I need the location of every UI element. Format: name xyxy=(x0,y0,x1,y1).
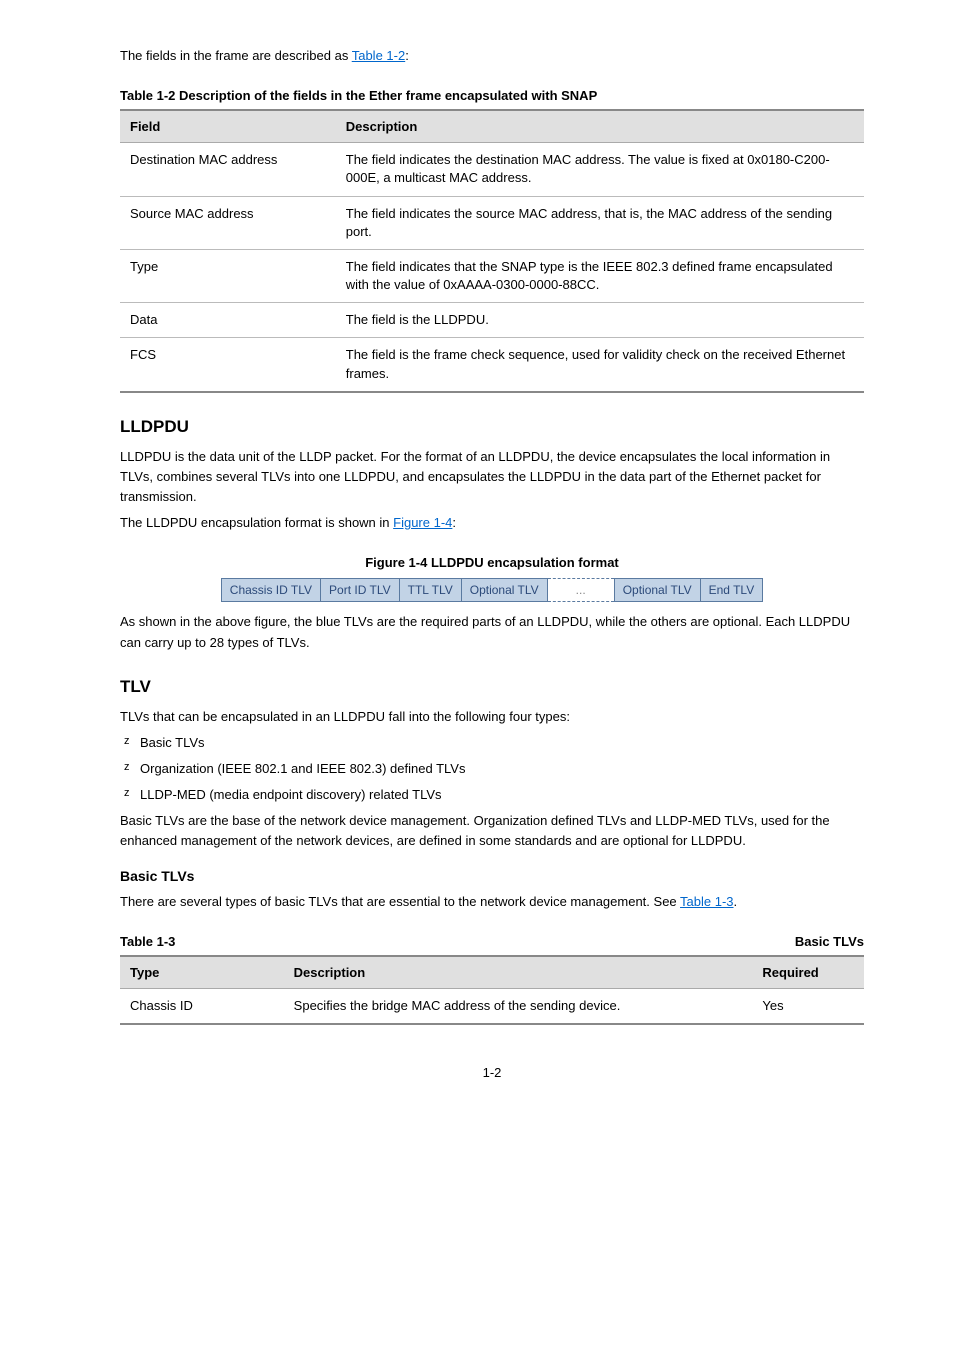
table2-r0-f: Destination MAC address xyxy=(120,143,336,196)
table3-caption-row: Table 1-3 Basic TLVs xyxy=(120,934,864,949)
table2-header-row: Field Description xyxy=(120,110,864,143)
intro-paragraph: The fields in the frame are described as… xyxy=(120,46,864,66)
table3-caption-left: Table 1-3 xyxy=(120,934,175,949)
page-number: 1-2 xyxy=(120,1065,864,1080)
lldpdu-diagram-table: Chassis ID TLV Port ID TLV TTL TLV Optio… xyxy=(221,578,763,602)
table3-th-desc: Description xyxy=(284,956,753,989)
diagram-cell-port: Port ID TLV xyxy=(321,579,400,602)
tlv-li3: LLDP-MED (media endpoint discovery) rela… xyxy=(120,785,864,805)
table2-r3-f: Data xyxy=(120,303,336,338)
table-1-2-link[interactable]: Table 1-2 xyxy=(352,48,405,63)
table2-r2-f: Type xyxy=(120,249,336,302)
table-1-3-link[interactable]: Table 1-3 xyxy=(680,894,733,909)
table-row: Chassis ID Specifies the bridge MAC addr… xyxy=(120,988,864,1024)
tlv-li1: Basic TLVs xyxy=(120,733,864,753)
lldpdu-p2-prefix: The LLDPDU encapsulation format is shown… xyxy=(120,515,393,530)
diagram-cell-ttl: TTL TLV xyxy=(399,579,461,602)
lldpdu-p1: LLDPDU is the data unit of the LLDP pack… xyxy=(120,447,864,507)
diagram-cell-opt1: Optional TLV xyxy=(461,579,547,602)
table2-r0-d: The field indicates the destination MAC … xyxy=(336,143,864,196)
lldpdu-p2-suffix: : xyxy=(452,515,456,530)
table3: Type Description Required Chassis ID Spe… xyxy=(120,955,864,1025)
table2-r1-d: The field indicates the source MAC addre… xyxy=(336,196,864,249)
lldpdu-p3: As shown in the above figure, the blue T… xyxy=(120,612,864,652)
figure-1-4-link[interactable]: Figure 1-4 xyxy=(393,515,452,530)
table3-caption-right: Basic TLVs xyxy=(795,934,864,949)
fig4-caption: Figure 1-4 LLDPDU encapsulation format xyxy=(120,555,864,570)
lldpdu-p2: The LLDPDU encapsulation format is shown… xyxy=(120,513,864,533)
tlv-p2: Basic TLVs are the base of the network d… xyxy=(120,811,864,851)
tlv-heading: TLV xyxy=(120,677,864,697)
table-row: FCS The field is the frame check sequenc… xyxy=(120,338,864,392)
table2-r4-f: FCS xyxy=(120,338,336,392)
table2-th-desc: Description xyxy=(336,110,864,143)
table3-header-row: Type Description Required xyxy=(120,956,864,989)
lldpdu-diagram: Chassis ID TLV Port ID TLV TTL TLV Optio… xyxy=(120,578,864,602)
table2-r3-d: The field is the LLDPDU. xyxy=(336,303,864,338)
table2-caption: Table 1-2 Description of the fields in t… xyxy=(120,88,597,103)
basic-tlvs-heading: Basic TLVs xyxy=(120,868,864,884)
table2-r1-f: Source MAC address xyxy=(120,196,336,249)
diagram-cell-chassis: Chassis ID TLV xyxy=(221,579,320,602)
table3-th-req: Required xyxy=(752,956,864,989)
diagram-cell-ellipsis: ... xyxy=(547,579,614,602)
basic-tlvs-prefix: There are several types of basic TLVs th… xyxy=(120,894,680,909)
table3-th-type: Type xyxy=(120,956,284,989)
table-row: Type The field indicates that the SNAP t… xyxy=(120,249,864,302)
table2-caption-row: Table 1-2 Description of the fields in t… xyxy=(120,88,864,103)
intro-suffix: : xyxy=(405,48,409,63)
lldpdu-heading: LLDPDU xyxy=(120,417,864,437)
table-row: Source MAC address The field indicates t… xyxy=(120,196,864,249)
table2-r2-d: The field indicates that the SNAP type i… xyxy=(336,249,864,302)
tlv-p1: TLVs that can be encapsulated in an LLDP… xyxy=(120,707,864,727)
table2-r4-d: The field is the frame check sequence, u… xyxy=(336,338,864,392)
table2: Field Description Destination MAC addres… xyxy=(120,109,864,393)
table3-r0-d: Specifies the bridge MAC address of the … xyxy=(284,988,753,1024)
diagram-cell-opt2: Optional TLV xyxy=(614,579,700,602)
table2-th-field: Field xyxy=(120,110,336,143)
diagram-cell-end: End TLV xyxy=(700,579,763,602)
page-root: The fields in the frame are described as… xyxy=(0,0,954,1140)
table3-r0-r: Yes xyxy=(752,988,864,1024)
table3-r0-t: Chassis ID xyxy=(120,988,284,1024)
basic-tlvs-suffix: . xyxy=(734,894,738,909)
table-row: Data The field is the LLDPDU. xyxy=(120,303,864,338)
basic-tlvs-p: There are several types of basic TLVs th… xyxy=(120,892,864,912)
table-row: Destination MAC address The field indica… xyxy=(120,143,864,196)
tlv-li2: Organization (IEEE 802.1 and IEEE 802.3)… xyxy=(120,759,864,779)
intro-prefix: The fields in the frame are described as xyxy=(120,48,352,63)
